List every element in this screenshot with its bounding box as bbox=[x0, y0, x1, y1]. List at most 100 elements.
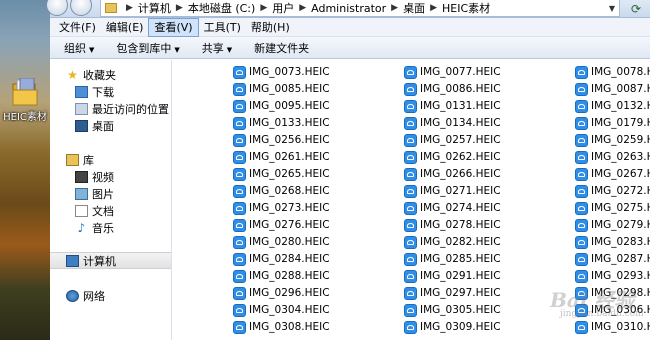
file-item[interactable]: IMG_0278.HEIC bbox=[404, 217, 501, 233]
nav-desktop[interactable]: 桌面 bbox=[50, 117, 171, 134]
file-name: IMG_0131.HEIC bbox=[420, 100, 501, 112]
file-item[interactable]: IMG_0284.HEIC bbox=[233, 251, 330, 267]
file-item[interactable]: IMG_0179.HEIC bbox=[575, 115, 650, 131]
file-item[interactable]: IMG_0305.HEIC bbox=[404, 302, 501, 318]
file-item[interactable]: IMG_0285.HEIC bbox=[404, 251, 501, 267]
file-item[interactable]: IMG_0280.HEIC bbox=[233, 234, 330, 250]
chevron-right-icon[interactable]: ▶ bbox=[126, 3, 133, 13]
nav-network[interactable]: 网络 bbox=[50, 287, 171, 304]
file-item[interactable]: IMG_0308.HEIC bbox=[233, 319, 330, 335]
breadcrumb-computer[interactable]: 计算机 bbox=[138, 0, 171, 16]
nav-libraries[interactable]: 库 bbox=[50, 151, 171, 168]
file-item[interactable]: IMG_0095.HEIC bbox=[233, 98, 330, 114]
menu-edit[interactable]: 编辑(E) bbox=[101, 18, 149, 37]
file-item[interactable]: IMG_0265.HEIC bbox=[233, 166, 330, 182]
file-item[interactable]: IMG_0261.HEIC bbox=[233, 149, 330, 165]
video-icon bbox=[75, 170, 88, 183]
file-item[interactable]: IMG_0259.HEIC bbox=[575, 132, 650, 148]
file-item[interactable]: IMG_0309.HEIC bbox=[404, 319, 501, 335]
nav-downloads[interactable]: 下载 bbox=[50, 83, 171, 100]
address-bar: ▶ 计算机 ▶ 本地磁盘 (C:) ▶ 用户 ▶ Administrator ▶… bbox=[46, 0, 650, 18]
menu-view[interactable]: 查看(V) bbox=[148, 17, 199, 37]
file-item[interactable]: IMG_0073.HEIC bbox=[233, 64, 330, 80]
menu-file[interactable]: 文件(F) bbox=[54, 18, 101, 37]
file-item[interactable]: IMG_0263.HEIC bbox=[575, 149, 650, 165]
refresh-icon[interactable]: ⟳ bbox=[624, 0, 648, 17]
file-item[interactable]: IMG_0288.HEIC bbox=[233, 268, 330, 284]
chevron-right-icon[interactable]: ▶ bbox=[430, 3, 437, 13]
heic-file-icon bbox=[404, 201, 417, 215]
file-item[interactable]: IMG_0272.HEIC bbox=[575, 183, 650, 199]
nav-favorites[interactable]: ★ 收藏夹 bbox=[50, 66, 171, 83]
heic-file-icon bbox=[404, 235, 417, 249]
breadcrumb-administrator[interactable]: Administrator bbox=[311, 2, 386, 15]
chevron-right-icon[interactable]: ▶ bbox=[176, 3, 183, 13]
heic-file-icon bbox=[233, 320, 246, 334]
desktop-folder-label: HEIC素材 bbox=[3, 112, 47, 123]
file-item[interactable]: IMG_0086.HEIC bbox=[404, 81, 501, 97]
heic-file-icon bbox=[575, 150, 588, 164]
file-name: IMG_0268.HEIC bbox=[249, 185, 330, 197]
file-item[interactable]: IMG_0262.HEIC bbox=[404, 149, 501, 165]
file-item[interactable]: IMG_0283.HEIC bbox=[575, 234, 650, 250]
file-item[interactable]: IMG_0279.HEIC bbox=[575, 217, 650, 233]
file-item[interactable]: IMG_0276.HEIC bbox=[233, 217, 330, 233]
nav-recent[interactable]: 最近访问的位置 bbox=[50, 100, 171, 117]
back-button[interactable] bbox=[46, 0, 68, 16]
chevron-down-icon[interactable]: ▼ bbox=[609, 4, 615, 13]
breadcrumb-heic[interactable]: HEIC素材 bbox=[442, 0, 490, 16]
file-item[interactable]: IMG_0296.HEIC bbox=[233, 285, 330, 301]
chevron-right-icon[interactable]: ▶ bbox=[299, 3, 306, 13]
file-item[interactable]: IMG_0078.HEIC bbox=[575, 64, 650, 80]
file-item[interactable]: IMG_0293.HEIC bbox=[575, 268, 650, 284]
share-button[interactable]: 共享 ▼ bbox=[202, 40, 232, 56]
file-item[interactable]: IMG_0133.HEIC bbox=[233, 115, 330, 131]
nav-computer[interactable]: 计算机 bbox=[50, 252, 171, 269]
file-item[interactable]: IMG_0304.HEIC bbox=[233, 302, 330, 318]
file-item[interactable]: IMG_0266.HEIC bbox=[404, 166, 501, 182]
chevron-down-icon: ▼ bbox=[89, 45, 95, 54]
include-in-library-button[interactable]: 包含到库中 ▼ bbox=[116, 40, 179, 56]
nav-documents[interactable]: 文档 bbox=[50, 202, 171, 219]
menu-tools[interactable]: 工具(T) bbox=[199, 18, 246, 37]
file-item[interactable]: IMG_0134.HEIC bbox=[404, 115, 501, 131]
heic-file-icon bbox=[575, 133, 588, 147]
menu-help[interactable]: 帮助(H) bbox=[246, 18, 295, 37]
breadcrumb-users[interactable]: 用户 bbox=[272, 0, 294, 16]
file-item[interactable]: IMG_0085.HEIC bbox=[233, 81, 330, 97]
file-item[interactable]: IMG_0256.HEIC bbox=[233, 132, 330, 148]
file-item[interactable]: IMG_0287.HEIC bbox=[575, 251, 650, 267]
file-name: IMG_0274.HEIC bbox=[420, 202, 501, 214]
file-item[interactable]: IMG_0273.HEIC bbox=[233, 200, 330, 216]
file-item[interactable]: IMG_0275.HEIC bbox=[575, 200, 650, 216]
heic-file-icon bbox=[404, 184, 417, 198]
new-folder-button[interactable]: 新建文件夹 bbox=[254, 40, 309, 56]
file-item[interactable]: IMG_0077.HEIC bbox=[404, 64, 501, 80]
nav-pictures[interactable]: 图片 bbox=[50, 185, 171, 202]
file-item[interactable]: IMG_0131.HEIC bbox=[404, 98, 501, 114]
chevron-right-icon[interactable]: ▶ bbox=[260, 3, 267, 13]
file-item[interactable]: IMG_0267.HEIC bbox=[575, 166, 650, 182]
file-item[interactable]: IMG_0310.HEIC bbox=[575, 319, 650, 335]
file-item[interactable]: IMG_0271.HEIC bbox=[404, 183, 501, 199]
breadcrumb[interactable]: ▶ 计算机 ▶ 本地磁盘 (C:) ▶ 用户 ▶ Administrator ▶… bbox=[100, 0, 620, 17]
file-item[interactable]: IMG_0291.HEIC bbox=[404, 268, 501, 284]
file-item[interactable]: IMG_0132.HEIC bbox=[575, 98, 650, 114]
nav-videos[interactable]: 视频 bbox=[50, 168, 171, 185]
nav-music[interactable]: ♪ 音乐 bbox=[50, 219, 171, 236]
nav-pictures-label: 图片 bbox=[92, 187, 114, 201]
file-item[interactable]: IMG_0282.HEIC bbox=[404, 234, 501, 250]
desktop-folder-heic[interactable]: HEIC素材 bbox=[2, 77, 48, 123]
organize-button[interactable]: 组织 ▼ bbox=[64, 40, 94, 56]
file-item[interactable]: IMG_0087.HEIC bbox=[575, 81, 650, 97]
file-item[interactable]: IMG_0274.HEIC bbox=[404, 200, 501, 216]
file-item[interactable]: IMG_0257.HEIC bbox=[404, 132, 501, 148]
file-item[interactable]: IMG_0297.HEIC bbox=[404, 285, 501, 301]
file-item[interactable]: IMG_0268.HEIC bbox=[233, 183, 330, 199]
file-name: IMG_0291.HEIC bbox=[420, 270, 501, 282]
breadcrumb-local-disk[interactable]: 本地磁盘 (C:) bbox=[188, 0, 255, 16]
breadcrumb-desktop[interactable]: 桌面 bbox=[403, 0, 425, 16]
heic-file-icon bbox=[404, 116, 417, 130]
forward-button[interactable] bbox=[70, 0, 92, 16]
chevron-right-icon[interactable]: ▶ bbox=[391, 3, 398, 13]
